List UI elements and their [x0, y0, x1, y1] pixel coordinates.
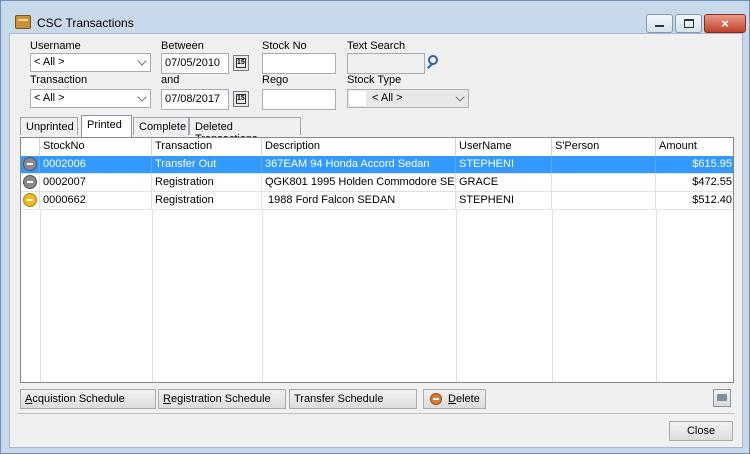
transactions-grid[interactable]: StockNo Transaction Description UserName… — [20, 137, 734, 383]
gray-status-icon — [23, 175, 37, 189]
textsearch-input[interactable] — [347, 53, 425, 74]
between-date-input[interactable]: 07/05/2010 — [161, 53, 229, 74]
close-button[interactable]: Close — [669, 421, 733, 441]
chevron-down-icon — [455, 92, 465, 102]
column-header-transaction[interactable]: Transaction — [152, 138, 262, 156]
client-area: Username < All > Transaction < All > Bet… — [9, 33, 743, 448]
minimize-icon — [655, 25, 664, 27]
column-header-username[interactable]: UserName — [456, 138, 552, 156]
window-close-button[interactable]: × — [704, 14, 746, 33]
cell-sperson — [552, 156, 656, 173]
column-header-amount[interactable]: Amount — [656, 138, 733, 156]
column-header-stockno[interactable]: StockNo — [40, 138, 152, 156]
cell-description: QGK801 1995 Holden Commodore SEDA — [262, 174, 456, 191]
and-label: and — [161, 74, 180, 86]
and-date-input[interactable]: 07/08/2017 — [161, 89, 229, 110]
csc-transactions-window: CSC Transactions × Username < All > Tran… — [0, 0, 750, 454]
cell-stockno: 0000662 — [40, 192, 152, 209]
tab-unprinted[interactable]: Unprinted — [20, 117, 78, 135]
transaction-combo[interactable]: < All > — [30, 89, 151, 108]
stockno-input[interactable] — [262, 53, 336, 74]
stocktype-value: < All > — [372, 92, 403, 104]
maximize-icon — [684, 19, 694, 28]
close-icon: × — [721, 16, 729, 31]
minimize-button[interactable] — [646, 14, 673, 33]
delete-button[interactable]: Delete — [423, 389, 486, 409]
stocktype-combo[interactable]: < All > — [347, 89, 469, 108]
column-header-sperson[interactable]: S'Person — [552, 138, 656, 156]
cell-sperson — [552, 174, 656, 191]
app-icon — [15, 15, 31, 29]
cell-transaction: Registration — [152, 192, 262, 209]
transfer-schedule-button[interactable]: Transfer Schedule — [289, 389, 417, 409]
stockno-label: Stock No — [262, 40, 307, 52]
cell-stockno: 0002006 — [40, 156, 152, 173]
textsearch-label: Text Search — [347, 40, 406, 52]
delete-icon — [430, 393, 442, 405]
table-row[interactable]: 0002006 Transfer Out 367EAM 94 Honda Acc… — [21, 156, 733, 174]
gold-status-icon — [23, 193, 37, 207]
cell-amount: $472.55 — [692, 176, 732, 188]
title-bar[interactable]: CSC Transactions × — [1, 1, 749, 33]
grid-header: StockNo Transaction Description UserName… — [21, 138, 733, 157]
divider — [18, 413, 734, 414]
window-title: CSC Transactions — [37, 16, 134, 30]
between-label: Between — [161, 40, 204, 52]
rego-input[interactable] — [262, 89, 336, 110]
cell-description: 1988 Ford Falcon SEDAN — [262, 192, 456, 209]
cell-amount: $615.95 — [692, 158, 732, 170]
username-label: Username — [30, 40, 81, 52]
acquisition-schedule-button[interactable]: Acquistion Schedule — [20, 389, 156, 409]
cell-stockno: 0002007 — [40, 174, 152, 191]
transaction-value: < All > — [34, 92, 65, 104]
cell-transaction: Transfer Out — [152, 156, 262, 173]
cell-sperson — [552, 192, 656, 209]
rego-label: Rego — [262, 74, 289, 86]
chevron-down-icon — [137, 56, 147, 66]
chevron-down-icon — [137, 92, 147, 102]
transaction-label: Transaction — [30, 74, 88, 86]
maximize-button[interactable] — [675, 14, 702, 33]
cell-amount: $512.40 — [692, 194, 732, 206]
column-header-description[interactable]: Description — [262, 138, 456, 156]
cell-username: STEPHENI — [456, 156, 552, 173]
print-icon[interactable] — [713, 389, 731, 407]
username-combo[interactable]: < All > — [30, 53, 151, 72]
calendar-icon[interactable] — [233, 55, 249, 71]
cell-username: STEPHENI — [456, 192, 552, 209]
cell-description: 367EAM 94 Honda Accord Sedan — [262, 156, 456, 173]
registration-schedule-button[interactable]: Registration Schedule — [158, 389, 286, 409]
stocktype-label: Stock Type — [347, 74, 402, 86]
tab-deleted-transactions[interactable]: Deleted Transactions — [189, 117, 301, 145]
calendar-icon[interactable] — [233, 91, 249, 107]
tab-printed[interactable]: Printed — [81, 115, 132, 137]
cell-transaction: Registration — [152, 174, 262, 191]
tab-complete[interactable]: Complete — [133, 117, 189, 135]
table-row[interactable]: 0002007 Registration QGK801 1995 Holden … — [21, 174, 733, 192]
cell-username: GRACE — [456, 174, 552, 191]
table-row[interactable]: 0000662 Registration 1988 Ford Falcon SE… — [21, 192, 733, 210]
gray-status-icon — [23, 157, 37, 171]
username-value: < All > — [34, 56, 65, 68]
search-button[interactable] — [426, 54, 444, 72]
